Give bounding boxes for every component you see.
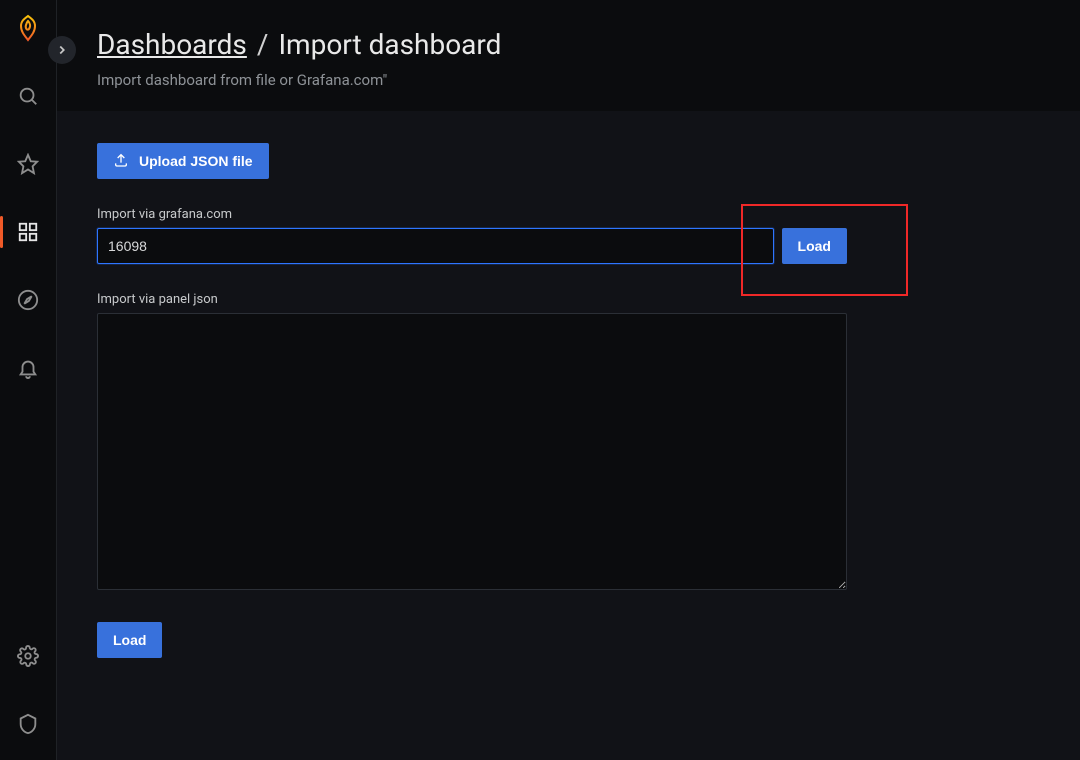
page-header: Dashboards / Import dashboard Import das…	[57, 0, 1080, 111]
expand-nav-button[interactable]	[48, 36, 76, 64]
search-icon[interactable]	[8, 76, 48, 116]
breadcrumb: Dashboards / Import dashboard	[97, 28, 1080, 61]
explore-icon[interactable]	[8, 280, 48, 320]
grafana-id-label: Import via grafana.com	[97, 207, 1040, 222]
load-json-label: Load	[113, 632, 146, 648]
sidebar	[0, 0, 56, 760]
upload-json-button[interactable]: Upload JSON file	[97, 143, 269, 179]
import-panel: Upload JSON file Import via grafana.com …	[57, 111, 1080, 760]
breadcrumb-root[interactable]: Dashboards	[97, 28, 247, 61]
star-icon[interactable]	[8, 144, 48, 184]
grafana-logo-icon[interactable]	[8, 8, 48, 48]
breadcrumb-current: Import dashboard	[278, 28, 501, 61]
load-button-label: Load	[798, 238, 831, 254]
page-subtitle: Import dashboard from file or Grafana.co…	[97, 71, 1080, 89]
main-content: Dashboards / Import dashboard Import das…	[56, 0, 1080, 760]
panel-json-textarea[interactable]	[97, 313, 847, 590]
admin-shield-icon[interactable]	[8, 704, 48, 744]
grafana-id-input[interactable]	[97, 228, 774, 264]
load-button[interactable]: Load	[782, 228, 847, 264]
upload-icon	[113, 152, 129, 171]
dashboards-icon[interactable]	[8, 212, 48, 252]
load-json-button[interactable]: Load	[97, 622, 162, 658]
settings-icon[interactable]	[8, 636, 48, 676]
panel-json-label: Import via panel json	[97, 292, 1040, 307]
breadcrumb-separator: /	[257, 28, 269, 61]
upload-json-label: Upload JSON file	[139, 153, 253, 169]
alerting-icon[interactable]	[8, 348, 48, 388]
